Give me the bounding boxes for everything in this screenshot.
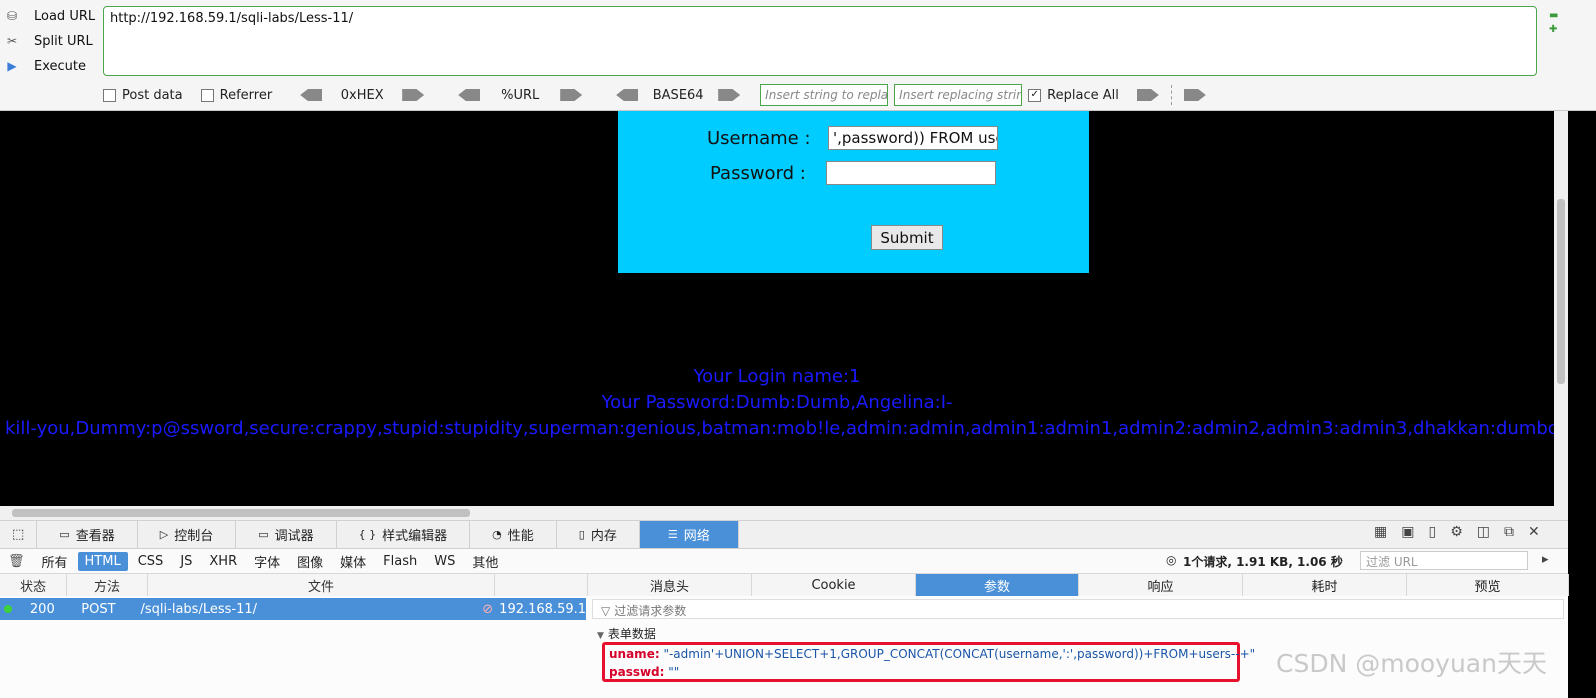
tab-params[interactable]: 参数 [916,574,1079,596]
form-data-section[interactable]: ▼ 表单数据 [597,625,656,642]
filter-html[interactable]: HTML [77,551,128,571]
column-method[interactable]: 方法 [67,574,148,596]
tab-headers[interactable]: 消息头 [588,574,752,596]
replace-all-checkbox[interactable]: ✓ Replace All [1028,88,1119,103]
column-status[interactable]: 状态 [0,574,67,596]
filter-css[interactable]: CSS [131,552,171,571]
watermark: CSDN @mooyuan天天 [1276,649,1547,678]
url-decode-arrow-icon[interactable] [458,89,481,101]
load-url-icon: ⛁ [6,9,18,23]
tab-console[interactable]: ▷ 控制台 [138,521,237,548]
url-textarea[interactable]: http://192.168.59.1/sqli-labs/Less-11/ [103,6,1537,76]
username-input[interactable]: ',password)) FROM users--+ [828,126,998,150]
page-viewport: Username : ',password)) FROM users--+ Pa… [0,111,1554,506]
tab-memory[interactable]: ▯ 内存 [557,521,640,548]
password-input[interactable] [826,161,996,185]
dock-side-icon[interactable]: ◫ [1477,524,1490,540]
hackbar-toolbar: ⛁ Load URL ✂ Split URL ▶ Execute http://… [0,0,1596,111]
play-icon: ▶ [7,59,17,73]
url-filter-input[interactable]: 过滤 URL [1360,551,1528,570]
replace-string-input[interactable]: Insert string to replace [760,84,889,106]
toggle-sidebar-icon[interactable]: ▸ [1542,552,1549,567]
filter-xhr[interactable]: XHR [202,552,244,571]
param-passwd: passwd: "" [609,665,680,679]
hex-encode-arrow-icon[interactable] [402,89,425,101]
tab-inspector[interactable]: ▭ 查看器 [37,521,138,548]
tab-cookie[interactable]: Cookie [752,574,916,596]
username-label: Username : [707,128,811,149]
filter-ws[interactable]: WS [427,552,462,571]
split-url-button[interactable]: ✂ Split URL [4,33,93,49]
devtools-toolbar-icons: ▦ ▣ ▯ ⚙ ◫ ⧉ ✕ [1374,524,1540,540]
tab-style-editor[interactable]: { } 样式编辑器 [337,521,471,548]
referrer-checkbox[interactable]: Referrer [200,88,272,103]
password-result-line2: kill-you,Dummy:p@ssword,secure:crappy,st… [5,418,1554,439]
hex-decode-arrow-icon[interactable] [300,89,323,101]
remove-url-icon[interactable]: ▬ [1549,10,1558,21]
filter-flash[interactable]: Flash [376,552,424,571]
settings-gear-icon[interactable]: ⚙ [1450,524,1463,540]
request-status: 200 [29,601,55,617]
element-picker-icon[interactable]: ⬚ [0,521,38,548]
filter-images[interactable]: 图像 [290,550,330,573]
responsive-layout-icon[interactable]: ▦ [1374,524,1387,540]
replacing-string-input[interactable]: Insert replacing string [894,84,1023,106]
check-icon: ✓ [1028,88,1042,102]
reload-gauge-icon: ◎ [1166,553,1177,567]
request-row[interactable]: 200 POST /sqli-labs/Less-11/ ⊘ 192.168.5… [0,598,586,620]
devtools-tabbar: ⬚ ▭ 查看器 ▷ 控制台 ▭ 调试器 { } 样式编辑器 ◔ 性能 ▯ 内存 ☰ 网络 [0,521,1568,549]
insecure-icon: ⊘ [482,601,494,617]
tab-preview[interactable]: 预览 [1407,574,1569,596]
column-domain[interactable] [495,574,588,596]
filter-js[interactable]: JS [173,552,199,571]
post-data-checkbox[interactable]: Post data [103,88,183,103]
tab-network[interactable]: ☰ 网络 [639,521,739,548]
separate-window-icon[interactable]: ⧉ [1504,524,1514,540]
tab-timings[interactable]: 耗时 [1243,574,1407,596]
request-file: /sqli-labs/Less-11/ [140,601,258,617]
column-file[interactable]: 文件 [148,574,495,596]
request-host: 192.168.59.1 [499,601,587,617]
param-uname: uname: "-admin'+UNION+SELECT+1,GROUP_CON… [609,647,1256,661]
filter-all[interactable]: 所有 [35,550,75,573]
vertical-scrollbar[interactable] [1554,111,1568,506]
base64-label: BASE64 [652,87,704,103]
scissors-icon: ✂ [6,34,18,48]
hex-label: 0xHEX [340,87,384,103]
submit-button[interactable]: Submit [871,225,943,250]
replace-go-arrow-icon[interactable] [1136,89,1159,101]
devtools-panel: ⬚ ▭ 查看器 ▷ 控制台 ▭ 调试器 { } 样式编辑器 ◔ 性能 ▯ 内存 ☰ 网络 ▦ … [0,520,1569,698]
replace-next-arrow-icon[interactable] [1183,89,1206,101]
url-encode-label: %URL [501,87,540,103]
close-icon[interactable]: ✕ [1528,524,1540,540]
scratchpad-icon[interactable]: ▣ [1401,524,1414,540]
tab-debugger[interactable]: ▭ 调试器 [236,521,337,548]
collapse-arrow-icon: ▼ [597,631,604,641]
filter-icon: ▽ [601,604,611,618]
base64-encode-arrow-icon[interactable] [718,89,741,101]
device-icon[interactable]: ▯ [1428,524,1436,540]
tab-performance[interactable]: ◔ 性能 [470,521,557,548]
load-url-button[interactable]: ⛁ Load URL [4,8,95,24]
hackbar-options-row: Post data Referrer 0xHEX %URL BASE64 Ins… [103,84,1216,106]
filter-other[interactable]: 其他 [465,550,505,573]
login-name-result: Your Login name:1 [693,366,861,387]
password-label: Password : [710,163,806,184]
password-result-line1: Your Password:Dumb:Dumb,Angelina:I- [601,392,953,413]
filter-media[interactable]: 媒体 [333,550,373,573]
param-filter-input[interactable]: ▽ 过滤请求参数 [592,599,1564,619]
url-encode-arrow-icon[interactable] [560,89,583,101]
base64-decode-arrow-icon[interactable] [616,89,639,101]
login-form: Username : ',password)) FROM users--+ Pa… [618,111,1089,273]
trash-icon[interactable]: 🗑 [8,554,25,569]
request-stats: 1个请求, 1.91 KB, 1.06 秒 [1183,555,1343,569]
horizontal-scrollbar[interactable] [0,506,1568,520]
add-url-icon[interactable]: ✚ [1549,24,1557,35]
status-dot-icon [4,605,12,613]
request-method: POST [81,601,116,617]
execute-button[interactable]: ▶ Execute [4,58,86,74]
filter-fonts[interactable]: 字体 [247,550,287,573]
tab-response[interactable]: 响应 [1079,574,1243,596]
